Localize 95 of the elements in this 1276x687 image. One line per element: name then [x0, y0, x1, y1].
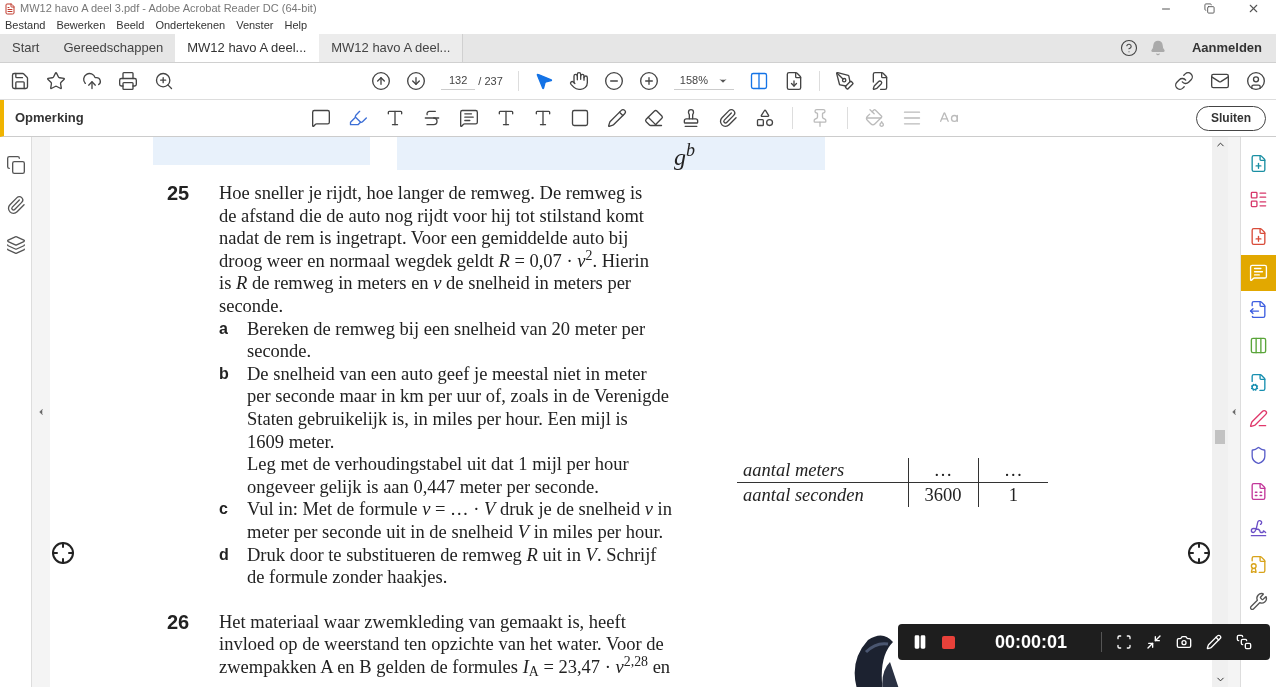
insert-text-icon[interactable]	[496, 108, 516, 128]
help-icon[interactable]	[1119, 39, 1138, 57]
columns-icon	[1249, 336, 1268, 356]
file-add-icon	[1249, 226, 1268, 246]
collapse-left-icon[interactable]	[36, 407, 46, 417]
eraser-icon[interactable]	[644, 108, 664, 128]
zoom-out-icon[interactable]	[603, 71, 624, 91]
crosshair-icon	[1187, 541, 1211, 565]
tab[interactable]: Start	[0, 34, 52, 62]
pdf-icon	[4, 2, 16, 15]
file-badge-icon	[1249, 555, 1268, 575]
underline-text-icon[interactable]	[385, 108, 405, 128]
pen-tool-icon[interactable]	[834, 71, 855, 91]
menu-item[interactable]: Bestand	[5, 17, 46, 34]
layout-icon	[1249, 190, 1268, 210]
table-cell: aantal meters	[737, 458, 908, 483]
text-icon[interactable]	[533, 108, 553, 128]
collapse-right-icon[interactable]	[1229, 407, 1239, 417]
tab[interactable]: MW12 havo A deel...	[319, 34, 464, 62]
page-total: / 237	[478, 73, 503, 89]
stamp-icon[interactable]	[681, 108, 701, 128]
tab[interactable]: MW12 havo A deel...	[175, 34, 320, 62]
strikethrough-icon[interactable]	[422, 108, 442, 128]
shield-icon	[1249, 445, 1268, 465]
zoom-search-icon[interactable]	[154, 71, 174, 91]
save-icon[interactable]	[10, 71, 30, 91]
recording-time: 00:00:01	[995, 630, 1069, 654]
attach-icon[interactable]	[718, 108, 738, 128]
window-icon[interactable]	[1236, 634, 1252, 650]
pencil-icon[interactable]	[607, 108, 627, 128]
table-cell: …	[978, 458, 1048, 483]
part-letter: b	[219, 363, 230, 384]
shapes-icon[interactable]	[755, 108, 775, 128]
form-icon	[1249, 482, 1268, 502]
arrow-down-icon[interactable]	[406, 71, 426, 91]
pages-icon[interactable]	[5, 155, 26, 175]
text-box-icon[interactable]	[570, 108, 590, 128]
menu-item[interactable]: Beeld	[116, 17, 145, 34]
question-text: Hoe sneller je rijdt, hoe langer de remweg. De remweg is de afstand die de auto nog rijdt voor hij tot stilstand komt nadat de rem is ingetrapt. Voor een gemiddelde auto bij droog weer en normaal wegdek geldt R = 0,07 · v$^{2}$. Hierin is R de remweg in meters en v de snelheid in meters per seconde.	[219, 182, 650, 318]
part-text: Druk door te substitueren de remweg R uit in V. Schrijf de formule zonder haakjes.	[247, 543, 657, 589]
close-icon[interactable]	[1247, 2, 1260, 15]
link-icon[interactable]	[1174, 71, 1194, 91]
table-cell: 3600	[908, 482, 978, 507]
sign-in-button[interactable]: Aanmelden	[1191, 38, 1262, 58]
question-number: 26	[167, 610, 191, 635]
page-fit-icon[interactable]	[748, 71, 769, 91]
replace-text-icon[interactable]	[459, 108, 479, 128]
question-number: 25	[167, 182, 191, 206]
star-icon[interactable]	[46, 71, 66, 91]
file-gear-icon	[1249, 372, 1268, 392]
capture-icon[interactable]	[1116, 634, 1132, 650]
wrench-icon	[1249, 591, 1268, 611]
question-text: Het materiaal waar zwemkleding van gemaakt is, heeft invloed op de weerstand ten opzichte van het water. Voor de zwempakken A en B gelden de formules I$_{A}$ = 23,47 · v$^{2,28}$ en	[219, 610, 671, 679]
zoom-dropdown[interactable]: 158%	[673, 72, 734, 90]
comment-bar-title: Opmerking	[15, 109, 85, 128]
menu-item[interactable]: Venster	[236, 17, 274, 34]
pen-icon	[1249, 409, 1268, 429]
hand-icon[interactable]	[568, 71, 589, 91]
note-icon[interactable]	[311, 108, 331, 128]
attach-icon[interactable]	[5, 195, 26, 215]
table-cell: 1	[978, 482, 1048, 507]
comment-icon	[1249, 263, 1268, 283]
print-icon[interactable]	[118, 71, 138, 91]
upload-icon[interactable]	[82, 71, 102, 91]
arrow-up-icon[interactable]	[371, 71, 391, 91]
part-letter: d	[219, 544, 230, 565]
menu-item[interactable]: Ondertekenen	[155, 17, 226, 34]
page-number-field[interactable]: 132	[441, 72, 476, 90]
mail-icon[interactable]	[1210, 71, 1230, 91]
menu-item[interactable]: Bewerken	[56, 17, 106, 34]
file-export-icon	[1249, 299, 1268, 319]
pause-icon[interactable]	[912, 634, 928, 650]
stop-icon[interactable]	[942, 635, 955, 649]
zoom-in-icon[interactable]	[638, 71, 659, 91]
table-cell: aantal seconden	[737, 482, 908, 507]
part-text: De snelheid van een auto geef je meestal niet in meter per seconde maar in km per uur of, zoals in de Verenigde Staten gebruikelijk is, in miles per hour. Een mijl is 1609 meter. Leg met de verhoudingstabel uit dat 1 mijl per hour ongeveer gelijk is aan 0,447 meter per seconde.	[247, 362, 669, 499]
tab[interactable]: Gereedschappen	[51, 34, 176, 62]
file-plus-icon	[1249, 153, 1268, 173]
window-title: MW12 havo A deel 3.pdf - Adobe Acrobat Reader DC (64-bit)	[20, 1, 318, 17]
formula-fragment: g$^{b}$	[674, 144, 695, 170]
table-cell: …	[908, 458, 978, 483]
highlighter-icon[interactable]	[348, 108, 368, 128]
part-letter: c	[219, 499, 229, 520]
camera-icon[interactable]	[1176, 634, 1192, 650]
restore-icon[interactable]	[1204, 3, 1215, 14]
part-text: Bereken de remweg bij een snelheid van 20 meter per seconde.	[247, 317, 646, 363]
part-letter: a	[219, 318, 229, 339]
part-text: Vul in: Met de formule v = … · V druk je de snelheid v in meter per seconde uit in de snelheid V in miles per hour.	[247, 498, 672, 544]
crosshair-icon	[51, 541, 75, 565]
minimize-icon[interactable]	[1146, 634, 1162, 650]
layers-icon[interactable]	[5, 235, 26, 255]
user-icon[interactable]	[1246, 71, 1266, 91]
menu-item[interactable]: Help	[284, 17, 308, 34]
signature-icon	[1249, 518, 1268, 538]
scrollbar-thumb[interactable]	[1215, 430, 1225, 444]
